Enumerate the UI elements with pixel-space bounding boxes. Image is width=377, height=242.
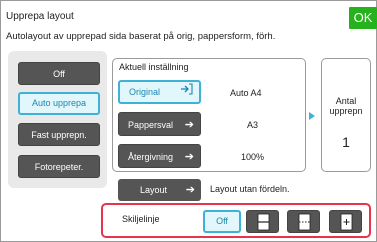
separator-solid-line-button[interactable] (246, 210, 279, 233)
paper-select-button[interactable]: Pappersval ➔ (118, 112, 201, 136)
arrow-right-icon: ➔ (184, 151, 194, 163)
ok-button[interactable]: OK (349, 7, 377, 29)
mode-auto-repeat-button[interactable]: Auto upprepa (18, 92, 100, 115)
original-button[interactable]: Original (118, 80, 201, 104)
layout-info: Layout utan fördeln. (210, 184, 290, 194)
mode-fixed-repeat-button[interactable]: Fast upprepn. (18, 123, 100, 146)
reproduction-button[interactable]: Återgivning ➔ (118, 144, 201, 168)
original-scan-icon (180, 82, 193, 102)
separator-dashed-line-button[interactable] (287, 210, 320, 233)
separator-off-button[interactable]: Off (203, 210, 241, 233)
paper-select-label: Pappersval (128, 120, 174, 130)
separator-crop-mark-button[interactable] (329, 210, 362, 233)
arrow-right-icon: ➔ (184, 119, 194, 131)
triangle-right-icon (309, 112, 315, 120)
layout-button[interactable]: Layout ➔ (118, 179, 201, 201)
arrow-right-icon: ➔ (185, 184, 195, 196)
separator-dashed-line-icon (298, 213, 311, 231)
mode-photo-repeat-button[interactable]: Fotorepeter. (18, 155, 100, 178)
current-settings-heading: Aktuell inställning (119, 62, 189, 72)
layout-button-label: Layout (140, 185, 168, 195)
separator-line-label: Skiljelinje (122, 214, 160, 224)
reproduction-value: 100% (241, 152, 265, 162)
page-subtitle: Autolayout av upprepad sida baserat på o… (6, 31, 276, 42)
repeat-count-value: 1 (342, 134, 350, 150)
repeat-count-label: Antal upprepn (329, 96, 363, 116)
original-value: Auto A4 (230, 88, 262, 98)
reproduction-label: Återgivning (128, 152, 174, 162)
paper-value: A3 (247, 120, 259, 130)
mode-off-button[interactable]: Off (18, 62, 100, 85)
original-button-label: Original (129, 87, 161, 97)
separator-crop-mark-icon (340, 213, 353, 231)
separator-solid-line-icon (257, 213, 270, 231)
page-title: Upprepa layout (6, 11, 74, 22)
